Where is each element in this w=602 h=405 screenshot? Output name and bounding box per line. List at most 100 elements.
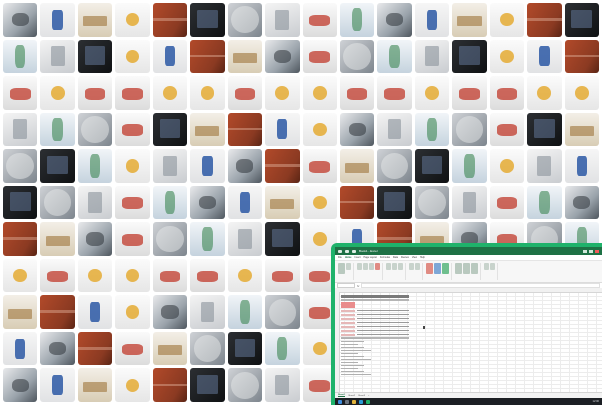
product-thumbnail[interactable] (377, 76, 412, 110)
highlighted-cell[interactable] (341, 302, 355, 308)
list-item[interactable] (341, 353, 358, 354)
cell-styles-icon[interactable] (442, 263, 449, 274)
product-thumbnail[interactable] (377, 112, 412, 147)
product-thumbnail[interactable] (152, 3, 188, 37)
product-thumbnail[interactable] (564, 76, 599, 110)
product-thumbnail[interactable] (527, 112, 562, 147)
product-thumbnail[interactable] (265, 76, 300, 110)
format-table-icon[interactable] (434, 263, 441, 274)
product-thumbnail[interactable] (115, 3, 150, 37)
product-thumbnail[interactable] (414, 76, 450, 110)
product-thumbnail[interactable] (339, 3, 375, 37)
product-thumbnail[interactable] (265, 331, 300, 366)
list-item[interactable] (341, 374, 371, 375)
product-thumbnail[interactable] (77, 258, 113, 293)
product-thumbnail[interactable] (452, 112, 487, 147)
product-thumbnail[interactable] (564, 3, 599, 37)
product-thumbnail[interactable] (152, 112, 188, 147)
undo-icon[interactable] (352, 249, 356, 253)
table-row[interactable] (341, 329, 409, 332)
product-thumbnail[interactable] (527, 149, 562, 183)
product-thumbnail[interactable] (40, 76, 75, 110)
align-center-icon[interactable] (392, 263, 397, 270)
product-thumbnail[interactable] (265, 149, 300, 183)
maximize-icon[interactable] (589, 249, 593, 253)
product-thumbnail[interactable] (564, 185, 599, 220)
worksheet-grid[interactable] (335, 288, 602, 393)
product-thumbnail[interactable] (115, 112, 150, 147)
product-thumbnail[interactable] (339, 39, 375, 74)
product-thumbnail[interactable] (452, 76, 487, 110)
product-thumbnail[interactable] (265, 3, 300, 37)
product-thumbnail[interactable] (152, 368, 188, 402)
product-thumbnail[interactable] (339, 149, 375, 183)
product-thumbnail[interactable] (77, 222, 113, 256)
product-thumbnail[interactable] (414, 149, 450, 183)
product-thumbnail[interactable] (489, 185, 525, 220)
list-item[interactable] (341, 368, 358, 369)
autosave-icon[interactable] (338, 249, 342, 253)
browser-icon[interactable] (359, 399, 363, 404)
product-thumbnail[interactable] (190, 3, 225, 37)
product-thumbnail[interactable] (377, 149, 412, 183)
product-thumbnail[interactable] (115, 149, 150, 183)
product-thumbnail[interactable] (452, 3, 487, 37)
product-thumbnail[interactable] (3, 331, 38, 366)
product-thumbnail[interactable] (3, 112, 38, 147)
product-thumbnail[interactable] (152, 39, 188, 74)
product-thumbnail[interactable] (265, 185, 300, 220)
product-thumbnail[interactable] (414, 3, 450, 37)
product-thumbnail[interactable] (115, 258, 150, 293)
product-thumbnail[interactable] (227, 295, 263, 329)
product-thumbnail[interactable] (190, 222, 225, 256)
list-item[interactable] (341, 347, 364, 348)
format-icon[interactable] (471, 263, 478, 274)
product-thumbnail[interactable] (3, 295, 38, 329)
product-thumbnail[interactable] (414, 185, 450, 220)
product-thumbnail[interactable] (527, 3, 562, 37)
insert-icon[interactable] (455, 263, 462, 274)
product-thumbnail[interactable] (265, 39, 300, 74)
product-thumbnail[interactable] (302, 76, 337, 110)
product-thumbnail[interactable] (190, 185, 225, 220)
product-thumbnail[interactable] (227, 76, 263, 110)
fx-icon[interactable]: fx (357, 284, 359, 288)
product-thumbnail[interactable] (40, 39, 75, 74)
sort-filter-icon[interactable] (490, 263, 495, 270)
ribbon-tab-formulas[interactable]: Formulas (380, 256, 390, 259)
product-thumbnail[interactable] (527, 185, 562, 220)
product-thumbnail[interactable] (3, 39, 38, 74)
product-thumbnail[interactable] (489, 3, 525, 37)
add-sheet-icon[interactable]: + (368, 395, 369, 397)
product-thumbnail[interactable] (227, 222, 263, 256)
product-thumbnail[interactable] (152, 331, 188, 366)
product-thumbnail[interactable] (190, 39, 225, 74)
product-thumbnail[interactable] (77, 331, 113, 366)
list-item[interactable] (341, 344, 358, 345)
product-thumbnail[interactable] (40, 112, 75, 147)
product-thumbnail[interactable] (115, 185, 150, 220)
product-thumbnail[interactable] (227, 185, 263, 220)
product-thumbnail[interactable] (452, 149, 487, 183)
product-thumbnail[interactable] (452, 39, 487, 74)
taskbar-clock[interactable]: 12:00 (593, 400, 600, 403)
product-thumbnail[interactable] (77, 368, 113, 402)
list-item[interactable] (341, 365, 364, 366)
product-thumbnail[interactable] (3, 258, 38, 293)
excel-window[interactable]: Book1 - Excel File Home Insert Page Layout F… (335, 247, 602, 405)
product-thumbnail[interactable] (40, 331, 75, 366)
product-thumbnail[interactable] (265, 368, 300, 402)
product-thumbnail[interactable] (302, 112, 337, 147)
product-thumbnail[interactable] (3, 149, 38, 183)
product-thumbnail[interactable] (227, 39, 263, 74)
product-thumbnail[interactable] (302, 185, 337, 220)
percent-icon[interactable] (415, 263, 420, 270)
product-thumbnail[interactable] (414, 39, 450, 74)
sum-icon[interactable] (484, 263, 489, 270)
ribbon-tab-help[interactable]: Help (420, 256, 425, 259)
product-thumbnail[interactable] (40, 295, 75, 329)
product-thumbnail[interactable] (564, 112, 599, 147)
product-thumbnail[interactable] (414, 112, 450, 147)
product-thumbnail[interactable] (40, 258, 75, 293)
product-thumbnail[interactable] (77, 112, 113, 147)
